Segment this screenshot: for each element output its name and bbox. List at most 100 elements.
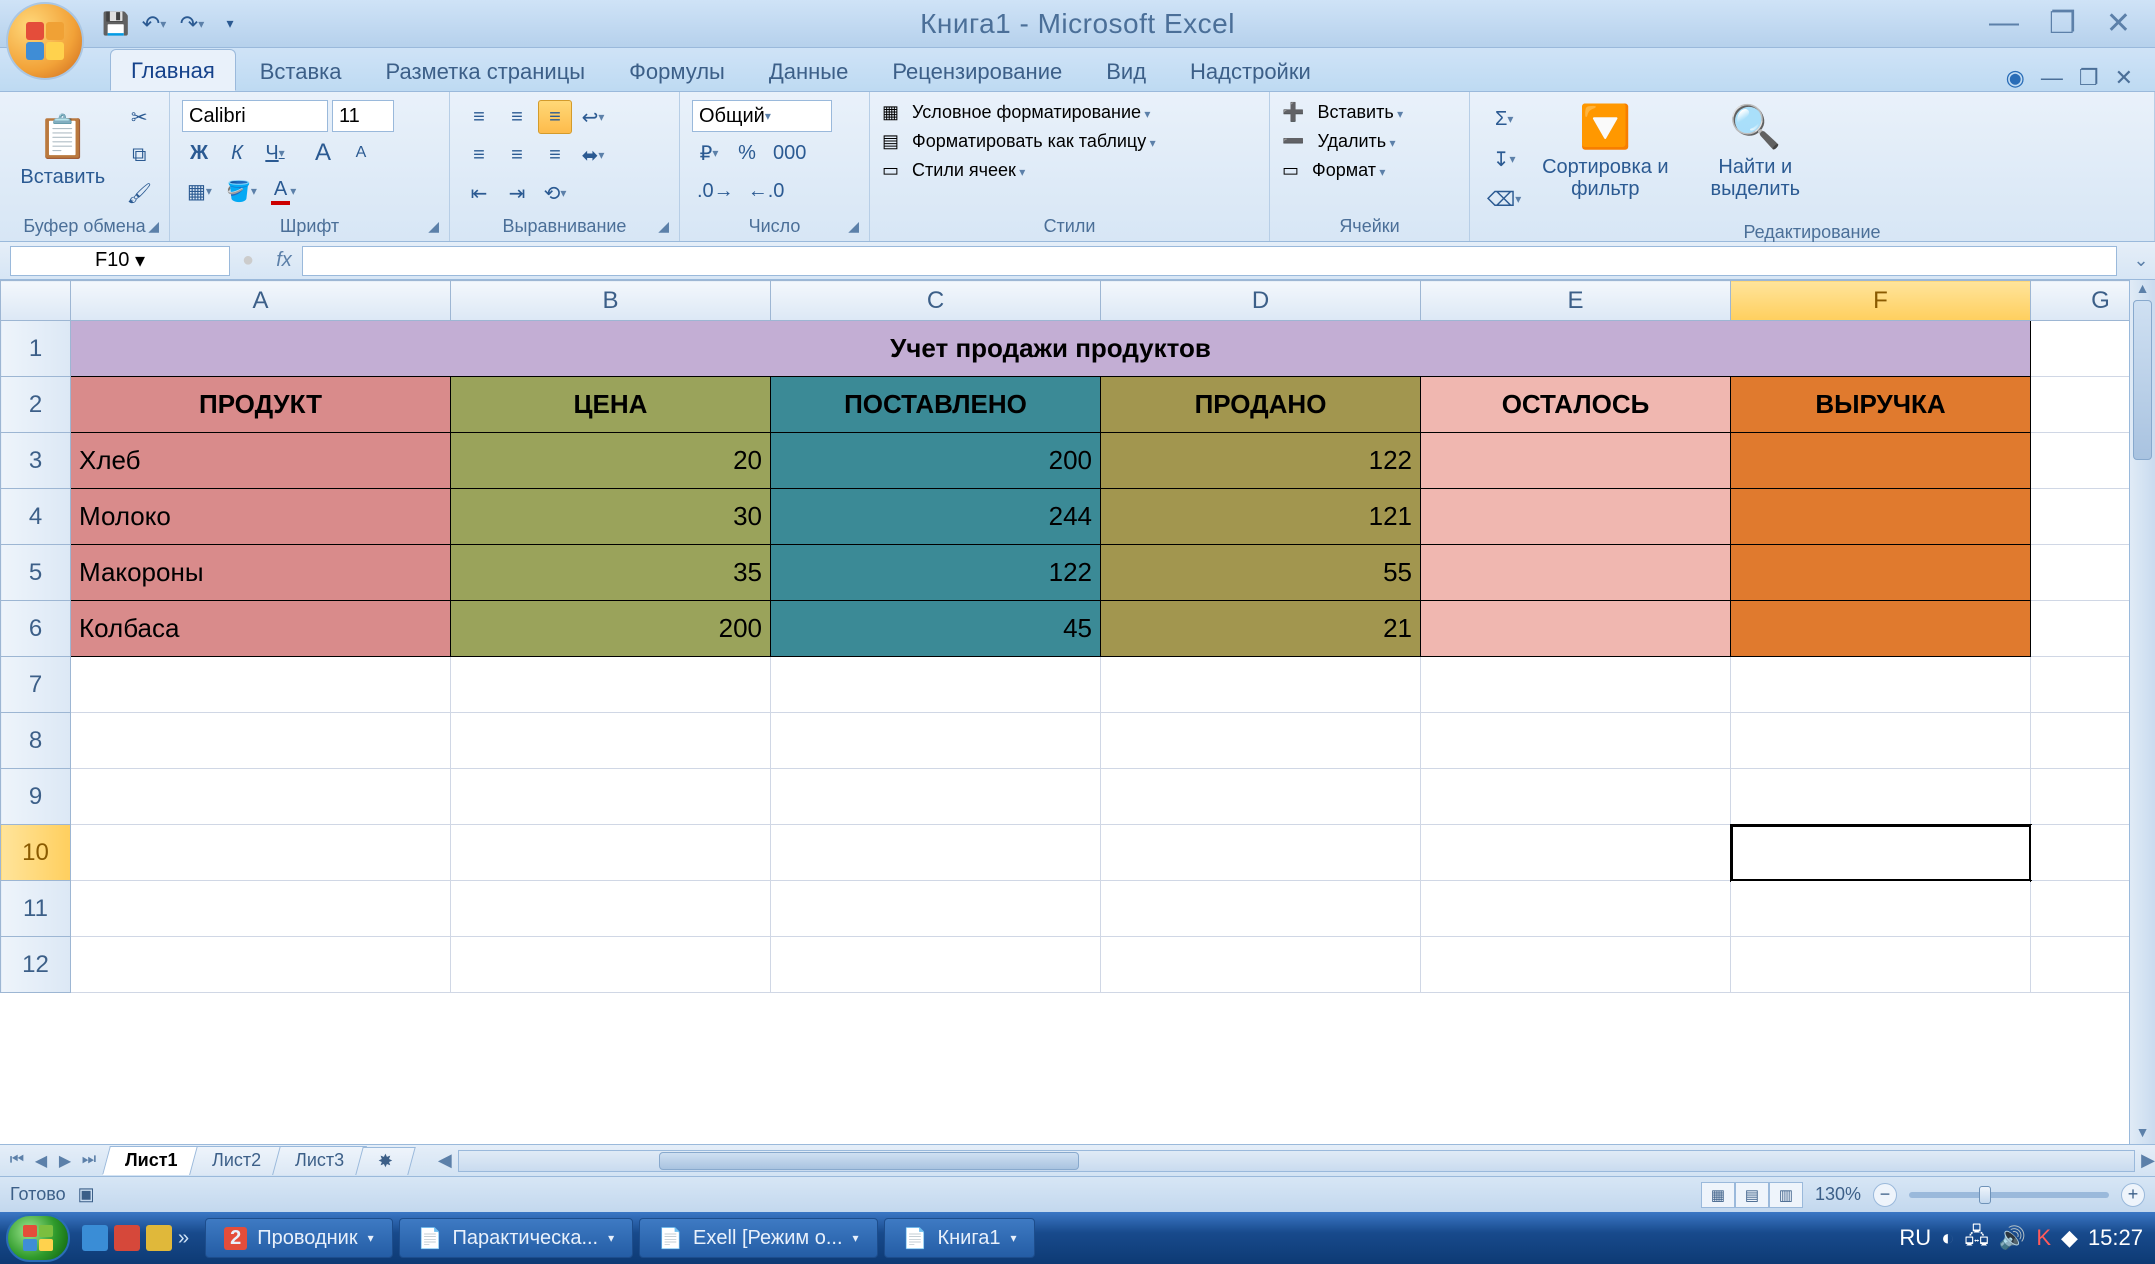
shrink-font-button[interactable]: A (344, 136, 378, 170)
cell[interactable] (451, 881, 771, 937)
tab-review[interactable]: Рецензирование (872, 51, 1082, 91)
cell[interactable] (1421, 769, 1731, 825)
format-as-table-button[interactable]: Форматировать как таблицу (912, 131, 1156, 152)
number-format-combo[interactable]: Общий (692, 100, 832, 132)
cell-styles-button[interactable]: Стили ячеек (912, 160, 1025, 181)
header-cell[interactable]: ЦЕНА (451, 377, 771, 433)
tab-data[interactable]: Данные (749, 51, 868, 91)
data-cell[interactable]: Молоко (71, 489, 451, 545)
format-cells-button[interactable]: Формат (1312, 160, 1385, 181)
undo-icon[interactable]: ↶ (138, 8, 170, 40)
tray-antivirus-icon[interactable]: K (2036, 1225, 2051, 1251)
align-center-icon[interactable]: ≡ (500, 138, 534, 172)
data-cell[interactable] (1731, 489, 2031, 545)
borders-button[interactable]: ▦ (182, 174, 217, 208)
tab-insert[interactable]: Вставка (240, 51, 362, 91)
align-middle-icon[interactable]: ≡ (500, 100, 534, 134)
italic-button[interactable]: К (220, 136, 254, 170)
sheet-nav-next-icon[interactable]: ▶ (54, 1151, 76, 1171)
save-icon[interactable]: 💾 (100, 8, 132, 40)
cell[interactable] (1731, 769, 2031, 825)
row-header[interactable]: 8 (1, 713, 71, 769)
cell[interactable] (771, 713, 1101, 769)
taskbar-clock[interactable]: 15:27 (2088, 1225, 2143, 1251)
zoom-slider-knob[interactable] (1979, 1186, 1991, 1204)
tray-network-icon[interactable]: 🖧 (1964, 1219, 1989, 1257)
cell[interactable] (2031, 825, 2130, 881)
horizontal-scrollbar[interactable] (458, 1150, 2135, 1172)
column-header[interactable]: E (1421, 281, 1731, 321)
find-select-button[interactable]: 🔍 Найти и выделить (1680, 96, 1830, 206)
cell[interactable] (2031, 489, 2130, 545)
sort-filter-button[interactable]: 🔽 Сортировка и фильтр (1530, 96, 1680, 206)
data-cell[interactable] (1731, 601, 2031, 657)
column-header[interactable]: D (1101, 281, 1421, 321)
tab-pagelayout[interactable]: Разметка страницы (366, 51, 606, 91)
dialog-launcher-icon[interactable]: ◢ (148, 218, 159, 235)
row-header[interactable]: 6 (1, 601, 71, 657)
selected-cell[interactable] (1731, 825, 2031, 881)
comma-format-icon[interactable]: 000 (768, 136, 811, 170)
cell[interactable] (71, 881, 451, 937)
data-cell[interactable]: Колбаса (71, 601, 451, 657)
accounting-format-icon[interactable]: ₽ (692, 136, 726, 170)
underline-button[interactable]: Ч (258, 136, 292, 170)
qat-customize-icon[interactable]: ▾ (214, 8, 246, 40)
cell[interactable] (2031, 321, 2130, 377)
ribbon-minimize-icon[interactable]: — (2041, 65, 2063, 91)
sheet-nav-prev-icon[interactable]: ◀ (30, 1151, 52, 1171)
align-bottom-icon[interactable]: ≡ (538, 100, 572, 134)
tab-formulas[interactable]: Формулы (609, 51, 745, 91)
cell[interactable] (1101, 881, 1421, 937)
sheet-tab[interactable]: Лист3 (272, 1146, 367, 1175)
row-header[interactable]: 4 (1, 489, 71, 545)
ribbon-close-icon[interactable]: ✕ (2115, 65, 2133, 91)
taskbar-button[interactable]: 2 Проводник ▾ (205, 1218, 393, 1258)
cell[interactable] (71, 769, 451, 825)
ribbon-restore-icon[interactable]: ❐ (2079, 65, 2099, 91)
cell[interactable] (1101, 937, 1421, 993)
data-cell[interactable]: Хлеб (71, 433, 451, 489)
delete-cells-button[interactable]: Удалить (1317, 131, 1395, 152)
data-cell[interactable] (1421, 545, 1731, 601)
clear-button[interactable]: ⌫ (1482, 182, 1526, 216)
column-header[interactable]: A (71, 281, 451, 321)
header-cell[interactable]: ПРОДАНО (1101, 377, 1421, 433)
cell[interactable] (451, 937, 771, 993)
cell[interactable] (451, 769, 771, 825)
fill-color-button[interactable]: 🪣 (221, 174, 262, 208)
format-painter-icon[interactable]: 🖌 (122, 176, 157, 210)
conditional-formatting-button[interactable]: Условное форматирование (912, 102, 1150, 123)
cell[interactable] (71, 713, 451, 769)
orientation-icon[interactable]: ⟲ (538, 176, 572, 210)
view-pagelayout-icon[interactable]: ▤ (1735, 1182, 1769, 1208)
cell[interactable] (71, 825, 451, 881)
dialog-launcher-icon[interactable]: ◢ (658, 218, 669, 235)
font-size-combo[interactable]: 11 (332, 100, 394, 132)
help-icon[interactable]: ◉ (2006, 65, 2025, 91)
data-cell[interactable] (1731, 545, 2031, 601)
row-header[interactable]: 5 (1, 545, 71, 601)
language-indicator[interactable]: RU (1899, 1225, 1931, 1251)
data-cell[interactable]: Макороны (71, 545, 451, 601)
taskbar-button[interactable]: 📄 Книга1 ▾ (884, 1218, 1036, 1258)
align-left-icon[interactable]: ≡ (462, 138, 496, 172)
column-header[interactable]: F (1731, 281, 2031, 321)
row-header[interactable]: 12 (1, 937, 71, 993)
dialog-launcher-icon[interactable]: ◢ (848, 218, 859, 235)
header-cell[interactable]: ОСТАЛОСЬ (1421, 377, 1731, 433)
data-cell[interactable]: 121 (1101, 489, 1421, 545)
cancel-formula-icon[interactable]: ● (230, 249, 266, 272)
close-icon[interactable]: ✕ (2106, 6, 2131, 41)
cell[interactable] (451, 825, 771, 881)
cell[interactable] (2031, 881, 2130, 937)
tray-icon[interactable]: ◐ (1941, 1225, 1954, 1251)
row-header[interactable]: 7 (1, 657, 71, 713)
wrap-text-button[interactable]: ↩ (576, 100, 610, 134)
sheet-nav-last-icon[interactable]: ⏭ (78, 1151, 100, 1171)
cell[interactable] (1731, 881, 2031, 937)
column-header[interactable]: B (451, 281, 771, 321)
scroll-down-icon[interactable]: ▼ (2130, 1124, 2155, 1144)
data-cell[interactable]: 122 (771, 545, 1101, 601)
quicklaunch-icon[interactable] (146, 1225, 172, 1251)
